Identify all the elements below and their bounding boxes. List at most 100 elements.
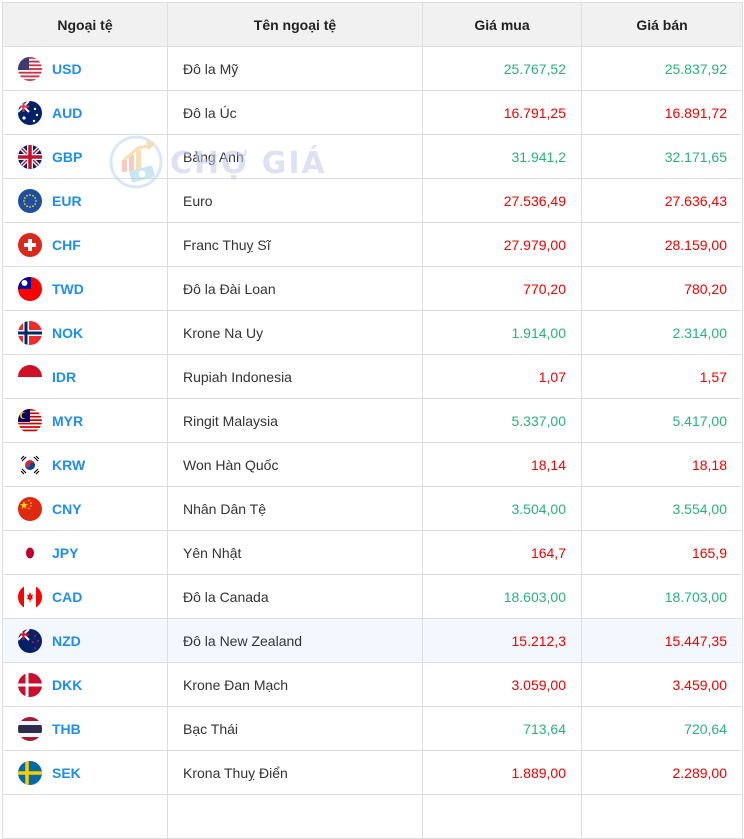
currency-code-link[interactable]: JPY (52, 545, 78, 561)
header-buy-price[interactable]: Giá mua (422, 2, 582, 47)
currency-code-link[interactable]: CAD (52, 589, 82, 605)
table-row[interactable]: EUR Euro 27.536,49 27.636,43 (2, 178, 743, 223)
currency-code-link[interactable]: SEK (52, 765, 81, 781)
jp-flag-icon (18, 540, 42, 565)
currency-name: Krone Na Uy (167, 310, 423, 355)
cn-flag-icon (18, 496, 42, 521)
currency-cell: SEK (2, 750, 168, 795)
se-flag-icon (18, 760, 42, 785)
currency-name: Euro (167, 178, 423, 223)
table-row[interactable]: KRW Won Hàn Quốc 18,14 18,18 (2, 442, 743, 487)
table-row[interactable]: THB Bạc Thái 713,64 720,64 (2, 706, 743, 751)
table-row[interactable]: AUD Đô la Úc 16.791,25 16.891,72 (2, 90, 743, 135)
table-row[interactable]: NOK Krone Na Uy 1.914,00 2.314,00 (2, 310, 743, 355)
currency-code-link[interactable]: AUD (52, 105, 82, 121)
sell-price: 18.703,00 (581, 574, 743, 619)
buy-price: 31.941,2 (422, 134, 582, 179)
buy-price: 18,14 (422, 442, 582, 487)
th-flag-icon (18, 716, 42, 741)
buy-price: 1.914,00 (422, 310, 582, 355)
sell-price: 720,64 (581, 706, 743, 751)
currency-cell: THB (2, 706, 168, 751)
currency-cell: USD (2, 46, 168, 91)
currency-name: Bảng Anh (167, 134, 423, 179)
currency-code-link[interactable]: KRW (52, 457, 85, 473)
no-flag-icon (18, 320, 42, 345)
currency-cell: GBP (2, 134, 168, 179)
buy-price: 3.504,00 (422, 486, 582, 531)
sell-price: 2.289,00 (581, 750, 743, 795)
currency-code-link[interactable]: THB (52, 721, 81, 737)
gb-flag-icon (18, 144, 42, 169)
sell-price: 780,20 (581, 266, 743, 311)
currency-name: Won Hàn Quốc (167, 442, 423, 487)
currency-name: Krone Đan Mạch (167, 662, 423, 707)
buy-price: 713,64 (422, 706, 582, 751)
currency-code-link[interactable]: CHF (52, 237, 81, 253)
table-row[interactable]: MYR Ringit Malaysia 5.337,00 5.417,00 (2, 398, 743, 443)
buy-price: 1,07 (422, 354, 582, 399)
ca-flag-icon (18, 584, 42, 609)
currency-code-link[interactable]: NOK (52, 325, 83, 341)
currency-cell: IDR (2, 354, 168, 399)
buy-price: 1.889,00 (422, 750, 582, 795)
name-cell (167, 794, 423, 839)
currency-name: Đô la Úc (167, 90, 423, 135)
table-row[interactable]: CHF Franc Thuỵ Sĩ 27.979,00 28.159,00 (2, 222, 743, 267)
currency-name: Krona Thuỵ Điển (167, 750, 423, 795)
currency-code-link[interactable]: DKK (52, 677, 82, 693)
exchange-rate-table-container: Ngoại tệ Tên ngoại tệ Giá mua Giá bán US… (2, 2, 743, 839)
sell-price: 25.837,92 (581, 46, 743, 91)
table-row[interactable]: NZD Đô la New Zealand 15.212,3 15.447,35 (2, 618, 743, 663)
exchange-rate-table: Ngoại tệ Tên ngoại tệ Giá mua Giá bán US… (2, 2, 743, 839)
ch-flag-icon (18, 232, 42, 257)
table-row[interactable]: TWD Đô la Đài Loan 770,20 780,20 (2, 266, 743, 311)
currency-code-link[interactable]: EUR (52, 193, 82, 209)
currency-name: Đô la Mỹ (167, 46, 423, 91)
table-row[interactable]: IDR Rupiah Indonesia 1,07 1,57 (2, 354, 743, 399)
currency-code-link[interactable]: GBP (52, 149, 82, 165)
table-row[interactable]: CAD Đô la Canada 18.603,00 18.703,00 (2, 574, 743, 619)
currency-name: Ringit Malaysia (167, 398, 423, 443)
table-header-row: Ngoại tệ Tên ngoại tệ Giá mua Giá bán (2, 2, 743, 47)
table-row[interactable]: SEK Krona Thuỵ Điển 1.889,00 2.289,00 (2, 750, 743, 795)
buy-price: 16.791,25 (422, 90, 582, 135)
sell-price-cell (581, 794, 743, 839)
table-row[interactable]: CNY Nhân Dân Tệ 3.504,00 3.554,00 (2, 486, 743, 531)
table-row[interactable]: JPY Yên Nhật 164,7 165,9 (2, 530, 743, 575)
currency-code-link[interactable]: MYR (52, 413, 83, 429)
currency-code-link[interactable]: CNY (52, 501, 82, 517)
table-row[interactable]: GBP Bảng Anh 31.941,2 32.171,65 (2, 134, 743, 179)
currency-code-link[interactable]: NZD (52, 633, 81, 649)
header-currency[interactable]: Ngoại tệ (2, 2, 168, 47)
sell-price: 2.314,00 (581, 310, 743, 355)
table-row[interactable]: DKK Krone Đan Mạch 3.059,00 3.459,00 (2, 662, 743, 707)
currency-code-link[interactable]: IDR (52, 369, 76, 385)
header-currency-name[interactable]: Tên ngoại tệ (167, 2, 423, 47)
buy-price: 5.337,00 (422, 398, 582, 443)
buy-price-cell (422, 794, 582, 839)
table-row[interactable]: USD Đô la Mỹ 25.767,52 25.837,92 (2, 46, 743, 91)
currency-code-link[interactable]: TWD (52, 281, 84, 297)
buy-price: 770,20 (422, 266, 582, 311)
buy-price: 3.059,00 (422, 662, 582, 707)
sell-price: 3.459,00 (581, 662, 743, 707)
buy-price: 25.767,52 (422, 46, 582, 91)
table-row[interactable] (2, 794, 743, 839)
eu-flag-icon (18, 188, 42, 213)
currency-code-link[interactable]: USD (52, 61, 82, 77)
sell-price: 18,18 (581, 442, 743, 487)
sell-price: 1,57 (581, 354, 743, 399)
us-flag-icon (18, 56, 42, 81)
currency-cell: JPY (2, 530, 168, 575)
currency-name: Bạc Thái (167, 706, 423, 751)
buy-price: 27.536,49 (422, 178, 582, 223)
sell-price: 5.417,00 (581, 398, 743, 443)
buy-price: 164,7 (422, 530, 582, 575)
sell-price: 27.636,43 (581, 178, 743, 223)
buy-price: 18.603,00 (422, 574, 582, 619)
currency-cell: CHF (2, 222, 168, 267)
nz-flag-icon (18, 628, 42, 653)
currency-name: Rupiah Indonesia (167, 354, 423, 399)
header-sell-price[interactable]: Giá bán (581, 2, 743, 47)
